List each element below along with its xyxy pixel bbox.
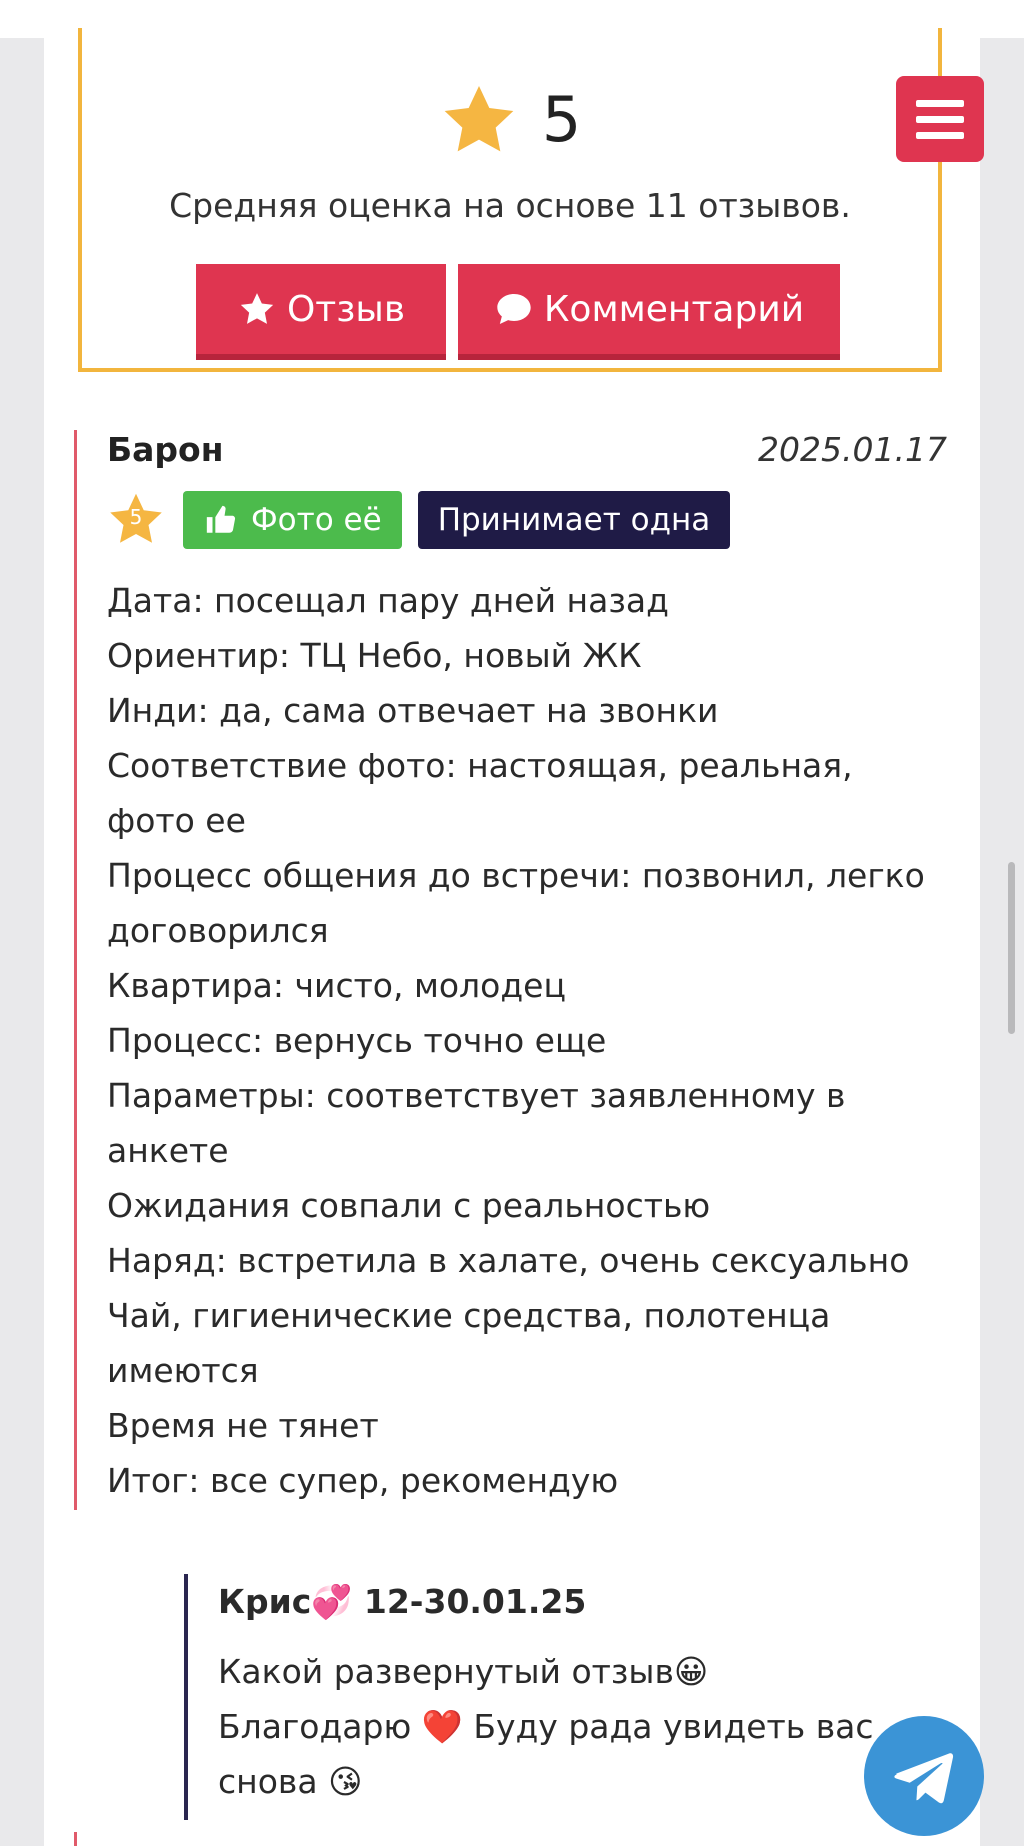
- review-line: Дата: посещал пару дней назад: [107, 581, 669, 620]
- tag-photo-verified: Фото её: [183, 491, 402, 549]
- average-rating-value: 5: [541, 83, 582, 156]
- hamburger-menu-button[interactable]: [896, 76, 984, 162]
- review-tags: 5 Фото её Принимает одна: [105, 490, 731, 550]
- rating-summary-box: 5 Средняя оценка на основе 11 отзывов. О…: [78, 28, 942, 372]
- write-comment-label: Комментарий: [543, 288, 805, 330]
- reply-body: Какой развернутый отзыв😀 Благодарю ❤️ Бу…: [218, 1644, 918, 1809]
- review-line: Соответствие фото: настоящая, реальная, …: [107, 746, 853, 840]
- thumbs-up-icon: [206, 505, 236, 533]
- tag-accepts-alone: Принимает одна: [417, 491, 731, 549]
- review-line: Процесс общения до встречи: позвонил, ле…: [107, 856, 925, 950]
- star-icon: [444, 86, 514, 152]
- rating-row: 5: [82, 80, 938, 160]
- star-icon: [240, 293, 274, 324]
- telegram-button[interactable]: [864, 1716, 984, 1836]
- scrollbar[interactable]: [1008, 862, 1015, 1034]
- rating-summary-text: Средняя оценка на основе 11 отзывов.: [169, 186, 851, 225]
- write-review-button[interactable]: Отзыв: [196, 264, 446, 360]
- review-line: Параметры: соответствует заявленному в а…: [107, 1076, 846, 1170]
- review-item: Барон 2025.01.17 5 Фото её Принимает одн…: [74, 430, 947, 1510]
- reply-line: Какой развернутый отзыв😀: [218, 1652, 709, 1691]
- write-comment-button[interactable]: Комментарий: [458, 264, 840, 360]
- review-line: Время не тянет: [107, 1406, 379, 1445]
- review-line: Квартира: чисто, молодец: [107, 966, 566, 1005]
- owner-reply: Крис💞 12-30.01.25 Какой развернутый отзы…: [184, 1574, 948, 1820]
- review-author[interactable]: Барон: [107, 430, 224, 469]
- hamburger-icon: [916, 115, 964, 123]
- review-line: Ожидания совпали с реальностью: [107, 1186, 711, 1225]
- review-line: Ориентир: ТЦ Небо, новый ЖК: [107, 636, 642, 675]
- review-body: Дата: посещал пару дней назад Ориентир: …: [107, 573, 937, 1508]
- review-rating-badge: 5: [105, 490, 167, 550]
- hamburger-icon: [916, 99, 964, 107]
- hamburger-icon: [916, 131, 964, 139]
- tag-photo-label: Фото её: [251, 502, 382, 538]
- next-review-edge: [74, 1832, 77, 1846]
- page-content: 5 Средняя оценка на основе 11 отзывов. О…: [44, 28, 980, 1846]
- review-rating-value: 5: [129, 505, 143, 529]
- comment-icon: [497, 294, 531, 324]
- telegram-icon: [894, 1753, 954, 1804]
- review-line: Наряд: встретила в халате, очень сексуал…: [107, 1241, 910, 1280]
- review-line: Процесс: вернусь точно еще: [107, 1021, 607, 1060]
- write-review-label: Отзыв: [286, 288, 406, 330]
- review-line: Чай, гигиенические средства, полотенца и…: [107, 1296, 831, 1390]
- review-line: Итог: все супер, рекомендую: [107, 1461, 619, 1500]
- reply-header: Крис💞 12-30.01.25: [218, 1582, 587, 1621]
- review-line: Инди: да, сама отвечает на звонки: [107, 691, 719, 730]
- review-date: 2025.01.17: [758, 430, 947, 469]
- tag-accepts-label: Принимает одна: [437, 502, 711, 538]
- reply-line: Благодарю ❤️ Буду рада увидеть вас снова…: [218, 1707, 874, 1801]
